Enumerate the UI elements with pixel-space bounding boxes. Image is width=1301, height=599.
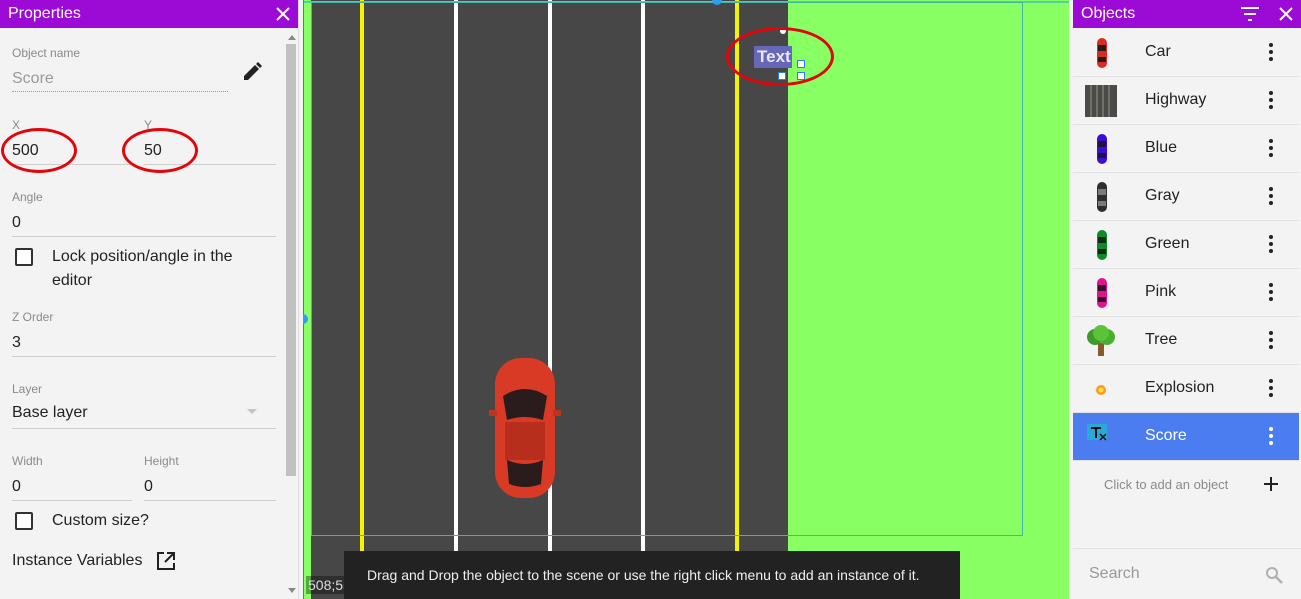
object-item-tree[interactable]: Tree (1073, 317, 1299, 365)
more-vert-icon[interactable] (1267, 283, 1275, 303)
selection-left-edge (303, 0, 304, 599)
more-vert-icon[interactable] (1267, 379, 1275, 399)
width-underline (12, 500, 132, 501)
highway-icon (1085, 85, 1117, 117)
chevron-down-icon[interactable] (246, 408, 258, 416)
object-item-label: Highway (1145, 91, 1207, 108)
object-item-explosion[interactable]: Explosion (1073, 365, 1299, 413)
object-item-label: Score (1145, 427, 1187, 444)
z-order-underline (12, 356, 276, 357)
layer-underline (12, 428, 276, 429)
height-label: Height (144, 454, 179, 468)
object-item-score[interactable]: Score (1073, 413, 1299, 461)
height-underline (144, 500, 276, 501)
red-car-icon (1097, 38, 1107, 68)
objects-title: Objects (1081, 5, 1136, 22)
scene-canvas[interactable]: Text 508;55 Drag and Drop the object to … (303, 0, 1069, 599)
search-divider (1073, 548, 1301, 549)
more-vert-icon[interactable] (1267, 235, 1275, 255)
more-vert-icon[interactable] (1267, 43, 1275, 63)
edit-pencil-icon[interactable] (242, 62, 262, 82)
instance-variables-label[interactable]: Instance Variables (12, 552, 142, 570)
object-item-blue[interactable]: Blue (1073, 125, 1299, 173)
more-vert-icon[interactable] (1267, 187, 1275, 207)
x-highlight-ellipse (1, 128, 77, 173)
more-vert-icon[interactable] (1267, 139, 1275, 159)
text-object-icon (1087, 424, 1107, 441)
object-item-gray[interactable]: Gray (1073, 173, 1299, 221)
gray-car-icon (1097, 182, 1107, 212)
search-icon[interactable] (1265, 566, 1283, 584)
angle-underline (12, 236, 276, 237)
blue-car-icon (1097, 134, 1107, 164)
objects-header: Objects (1073, 0, 1301, 28)
lock-checkbox[interactable] (15, 248, 33, 266)
angle-field[interactable]: 0 (12, 214, 21, 232)
width-field[interactable]: 0 (12, 478, 21, 496)
close-icon[interactable] (274, 5, 292, 23)
object-name-label: Object name (12, 46, 81, 60)
window-bounds-rect (311, 2, 1023, 536)
object-item-pink[interactable]: Pink (1073, 269, 1299, 317)
tree-icon (1087, 325, 1115, 356)
close-icon[interactable] (1277, 5, 1295, 23)
x-label: X (12, 118, 21, 132)
lock-label-line2: editor (52, 272, 93, 289)
green-car-icon (1097, 230, 1107, 260)
search-input[interactable]: Search (1089, 565, 1140, 583)
properties-scrollbar[interactable] (286, 44, 296, 476)
drag-drop-tooltip: Drag and Drop the object to the scene or… (344, 551, 960, 599)
properties-panel: Properties Object name Score X 500 Y 50 … (0, 0, 299, 599)
z-order-label: Z Order (12, 310, 54, 324)
explosion-icon (1096, 385, 1106, 395)
y-highlight-ellipse (122, 128, 198, 173)
object-name-field[interactable]: Score (12, 70, 54, 88)
layer-label: Layer (12, 382, 43, 396)
height-field[interactable]: 0 (144, 478, 153, 496)
object-item-label: Explosion (1145, 379, 1215, 396)
object-item-label: Green (1145, 235, 1190, 252)
scroll-down-arrow[interactable] (288, 588, 296, 593)
object-item-label: Pink (1145, 283, 1177, 300)
scroll-up-arrow[interactable] (288, 35, 296, 40)
angle-label: Angle (12, 190, 43, 204)
pink-car-icon (1097, 278, 1107, 308)
text-highlight-ellipse (726, 27, 834, 86)
object-item-label: Blue (1145, 139, 1178, 156)
properties-header: Properties (0, 0, 298, 28)
objects-panel: Objects Car Highway Blue Gray Green Pink… (1073, 0, 1301, 599)
object-item-label: Tree (1145, 331, 1178, 348)
object-item-label: Car (1145, 43, 1171, 60)
object-item-highway[interactable]: Highway (1073, 77, 1299, 125)
add-icon[interactable] (1264, 477, 1278, 491)
lock-label-line1: Lock position/angle in the (52, 248, 233, 265)
more-vert-icon[interactable] (1267, 91, 1275, 111)
properties-title: Properties (8, 5, 81, 22)
object-item-label: Gray (1145, 187, 1180, 204)
filter-icon[interactable] (1241, 7, 1259, 21)
width-label: Width (12, 454, 43, 468)
object-name-underline (12, 91, 228, 92)
object-item-car[interactable]: Car (1073, 29, 1299, 77)
custom-size-checkbox[interactable] (15, 512, 33, 530)
open-external-icon[interactable] (156, 551, 176, 571)
more-vert-icon[interactable] (1267, 427, 1275, 447)
custom-size-label: Custom size? (52, 512, 149, 529)
add-object-hint[interactable]: Click to add an object (1104, 477, 1228, 492)
resize-handle[interactable] (303, 314, 308, 324)
object-item-green[interactable]: Green (1073, 221, 1299, 269)
z-order-field[interactable]: 3 (12, 334, 21, 352)
layer-select[interactable]: Base layer (12, 404, 88, 422)
red-car-sprite[interactable] (489, 356, 561, 500)
more-vert-icon[interactable] (1267, 331, 1275, 351)
